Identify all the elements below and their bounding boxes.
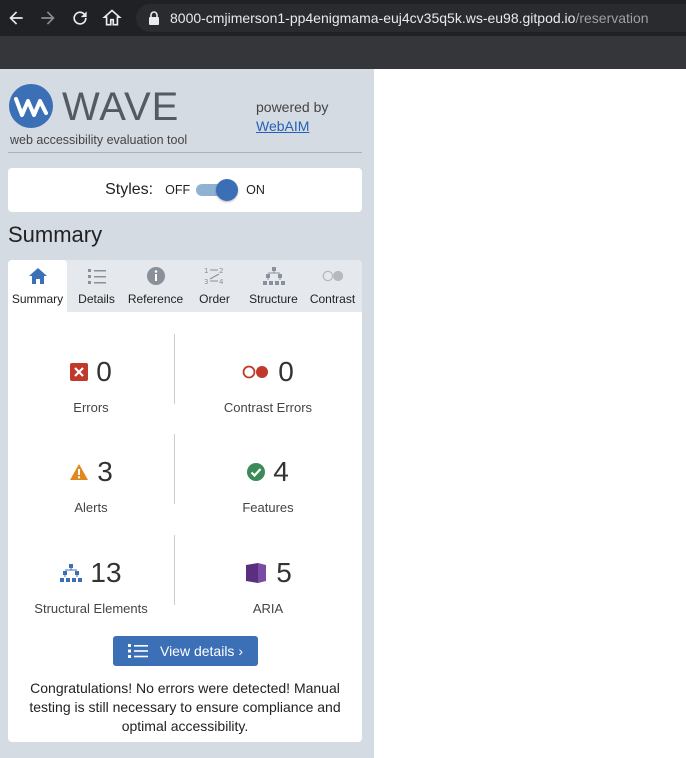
aria-count: 5: [276, 557, 292, 588]
wave-brand: WAVE: [62, 85, 180, 129]
webaim-link[interactable]: WebAIM: [256, 118, 309, 134]
contrast-errors-count: 0: [278, 356, 294, 387]
url-path: /reservation: [575, 10, 649, 26]
list-icon: [86, 266, 108, 286]
errors-label: Errors: [73, 400, 109, 415]
tab-structure[interactable]: Structure: [244, 260, 303, 312]
congrats-message: Congratulations! No errors were detected…: [29, 680, 341, 734]
features-stat[interactable]: 4 Features: [174, 452, 362, 532]
bookmarks-strip: [0, 36, 686, 69]
wave-tagline: web accessibility evaluation tool: [10, 133, 188, 147]
tab-contrast[interactable]: Contrast: [303, 260, 362, 312]
view-details-label: View details ›: [159, 643, 243, 659]
tab-order[interactable]: 1 2 3 4 Order: [185, 260, 244, 312]
styles-label: Styles:: [105, 181, 154, 198]
home-icon[interactable]: [100, 6, 124, 30]
tab-label: Structure: [249, 292, 298, 306]
back-icon[interactable]: [4, 6, 28, 30]
address-bar[interactable]: 8000-cmjimerson1-pp4enigmama-euj4cv35q5k…: [136, 4, 686, 32]
svg-text:2: 2: [219, 267, 223, 275]
structural-label: Structural Elements: [34, 601, 148, 616]
aria-stat[interactable]: 5 ARIA: [174, 553, 362, 633]
styles-on-label: ON: [246, 183, 265, 197]
section-title: Summary: [8, 222, 103, 247]
reload-icon[interactable]: [68, 6, 92, 30]
svg-text:1: 1: [204, 267, 208, 275]
error-icon: [70, 363, 89, 381]
structure-icon: [60, 564, 83, 582]
home-icon: [27, 266, 49, 286]
styles-toggle-box: Styles: OFF ON: [8, 168, 362, 212]
forward-icon[interactable]: [36, 6, 60, 30]
alert-icon: [70, 464, 89, 480]
lock-icon: [149, 11, 159, 25]
view-details-button[interactable]: View details ›: [113, 636, 258, 666]
browser-toolbar: 8000-cmjimerson1-pp4enigmama-euj4cv35q5k…: [0, 0, 686, 36]
structure-icon: [262, 266, 285, 286]
contrast-icon: [322, 266, 344, 286]
svg-text:3: 3: [204, 278, 208, 286]
summary-content: 0 Errors 0 Contrast Errors 3 Alerts 4 Fe…: [8, 312, 362, 742]
tab-label: Summary: [11, 292, 64, 306]
svg-text:4: 4: [219, 278, 224, 286]
toggle-knob[interactable]: [216, 179, 239, 201]
alerts-label: Alerts: [74, 500, 108, 515]
alerts-stat[interactable]: 3 Alerts: [8, 452, 174, 532]
errors-stat[interactable]: 0 Errors: [8, 352, 174, 432]
url-host: 8000-cmjimerson1-pp4enigmama-euj4cv35q5k…: [170, 10, 576, 26]
tab-label: Reference: [127, 292, 184, 306]
structural-count: 13: [90, 557, 122, 588]
wave-sidebar: WAVE web accessibility evaluation tool p…: [0, 69, 374, 758]
styles-off-label: OFF: [165, 183, 191, 197]
wave-tabs: Summary Details Reference 1 2 3 4 Order Str…: [8, 260, 362, 312]
powered-by-text: powered by: [256, 99, 329, 115]
tab-details[interactable]: Details: [67, 260, 126, 312]
errors-count: 0: [96, 356, 112, 387]
styles-toggle[interactable]: [196, 179, 239, 201]
tab-label: Details: [78, 292, 115, 306]
tab-label: Contrast: [309, 292, 356, 306]
contrast-errors-stat[interactable]: 0 Contrast Errors: [174, 352, 362, 432]
contrast-errors-label: Contrast Errors: [223, 400, 313, 415]
feature-icon: [247, 463, 266, 481]
list-icon: [127, 644, 148, 658]
features-count: 4: [273, 456, 289, 487]
features-label: Features: [242, 500, 294, 515]
structural-stat[interactable]: 13 Structural Elements: [8, 553, 174, 633]
tab-reference[interactable]: Reference: [126, 260, 185, 312]
aria-label: ARIA: [252, 601, 284, 616]
order-icon: 1 2 3 4: [204, 266, 226, 286]
tab-summary[interactable]: Summary: [8, 260, 67, 312]
info-icon: [145, 266, 167, 286]
contrast-error-icon: [242, 365, 269, 379]
wave-logo-icon: [9, 84, 53, 128]
page-content-area: [374, 69, 686, 758]
alerts-count: 3: [97, 456, 113, 487]
tab-label: Order: [199, 292, 230, 306]
wave-header: WAVE web accessibility evaluation tool p…: [8, 83, 362, 153]
aria-icon: [246, 563, 267, 583]
